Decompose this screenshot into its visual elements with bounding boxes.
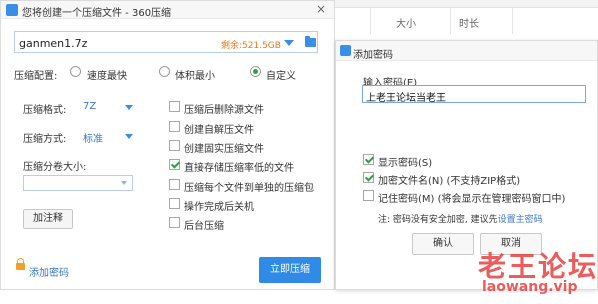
background-file-list: 大小 时长 xyxy=(335,0,598,40)
radio-custom-label[interactable]: 自定义 xyxy=(266,67,296,82)
split-size-label: 压缩分卷大小: xyxy=(23,162,87,173)
column-separator xyxy=(512,8,513,34)
watermark-url: laowang.vip xyxy=(482,279,578,295)
option-label[interactable]: 显示密码(S) xyxy=(378,154,432,169)
background-toolbar xyxy=(335,0,598,8)
column-header-size[interactable]: 大小 xyxy=(396,15,416,30)
option-label[interactable]: 创建自解压文件 xyxy=(184,121,254,136)
radio-fastest-label[interactable]: 速度最快 xyxy=(87,67,127,82)
app-icon xyxy=(6,4,18,16)
password-input[interactable]: 上老王论坛当老王 xyxy=(362,85,586,104)
add-password-link[interactable]: 添加密码 xyxy=(29,264,69,279)
method-label: 压缩方式: xyxy=(23,134,67,145)
option-label[interactable]: 记住密码(M) (将会显示在管理密码窗口中) xyxy=(378,190,565,205)
archive-path-value: ganmen1.7z xyxy=(19,37,88,50)
option-label[interactable]: 操作完成后关机 xyxy=(184,198,254,213)
compress-now-button[interactable]: 立即压缩 xyxy=(259,257,321,283)
free-space-text: 剩余:521.5GB xyxy=(221,41,281,51)
checkbox-shutdown[interactable] xyxy=(169,198,180,209)
option-label[interactable]: 创建固实压缩文件 xyxy=(184,140,264,155)
format-select[interactable]: 7Z xyxy=(83,101,96,112)
chevron-down-icon[interactable] xyxy=(284,40,294,46)
config-label: 压缩配置: xyxy=(14,71,58,82)
radio-custom[interactable] xyxy=(250,66,261,77)
option-label[interactable]: 加密文件名(N) (不支持ZIP格式) xyxy=(378,172,520,187)
password-dialog-titlebar: 添加密码 xyxy=(336,41,597,61)
column-separator xyxy=(370,8,371,34)
checkbox-encrypt-filenames[interactable] xyxy=(363,172,374,183)
chevron-down-icon[interactable] xyxy=(125,134,133,139)
checkbox-solid-archive[interactable] xyxy=(169,140,180,151)
checkbox-background[interactable] xyxy=(169,217,180,228)
checkbox-store-low-ratio[interactable] xyxy=(169,159,180,170)
password-security-note: 注: 密码没有安全加密, 建议先设置主密码 xyxy=(378,212,543,225)
compress-dialog-titlebar: 您将创建一个压缩文件 - 360压缩 × xyxy=(1,1,334,19)
checkbox-self-extract[interactable] xyxy=(169,121,180,132)
password-input-value: 上老王论坛当老王 xyxy=(366,93,446,104)
option-label[interactable]: 压缩后删除源文件 xyxy=(184,101,264,116)
checkbox-show-password[interactable] xyxy=(363,154,374,165)
option-label[interactable]: 压缩每个文件到单独的压缩包 xyxy=(184,179,314,194)
option-label[interactable]: 后台压缩 xyxy=(184,217,224,232)
compress-dialog: 您将创建一个压缩文件 - 360压缩 × ganmen1.7z 剩余:521.5… xyxy=(0,0,335,290)
radio-smallest-label[interactable]: 体积最小 xyxy=(175,67,215,82)
column-separator xyxy=(450,8,451,34)
app-icon xyxy=(340,45,351,56)
confirm-button[interactable]: 确认 xyxy=(412,233,474,255)
note-text: 注: 密码没有安全加密, 建议先 xyxy=(378,215,498,225)
chevron-down-icon[interactable] xyxy=(121,181,127,185)
chevron-down-icon[interactable] xyxy=(125,105,133,110)
radio-fastest[interactable] xyxy=(70,66,81,77)
checkbox-delete-source[interactable] xyxy=(169,101,180,112)
format-label: 压缩格式: xyxy=(23,105,67,116)
lock-icon xyxy=(16,258,25,270)
set-master-password-link[interactable]: 设置主密码 xyxy=(498,215,543,225)
folder-icon[interactable] xyxy=(305,36,316,47)
split-size-select[interactable] xyxy=(23,175,133,191)
checkbox-separate-archives[interactable] xyxy=(169,179,180,190)
close-icon[interactable]: × xyxy=(316,2,326,16)
archive-path-field[interactable]: ganmen1.7z 剩余:521.5GB xyxy=(14,31,318,53)
dialog-title: 您将创建一个压缩文件 - 360压缩 xyxy=(22,8,172,19)
option-label[interactable]: 直接存储压缩率低的文件 xyxy=(184,159,294,174)
column-header-duration[interactable]: 时长 xyxy=(459,15,479,30)
add-comment-button[interactable]: 加注释 xyxy=(23,209,73,229)
checkbox-remember-password[interactable] xyxy=(363,190,374,201)
method-select[interactable]: 标准 xyxy=(83,130,103,145)
radio-smallest[interactable] xyxy=(159,66,170,77)
password-dialog-title: 添加密码 xyxy=(353,50,393,61)
